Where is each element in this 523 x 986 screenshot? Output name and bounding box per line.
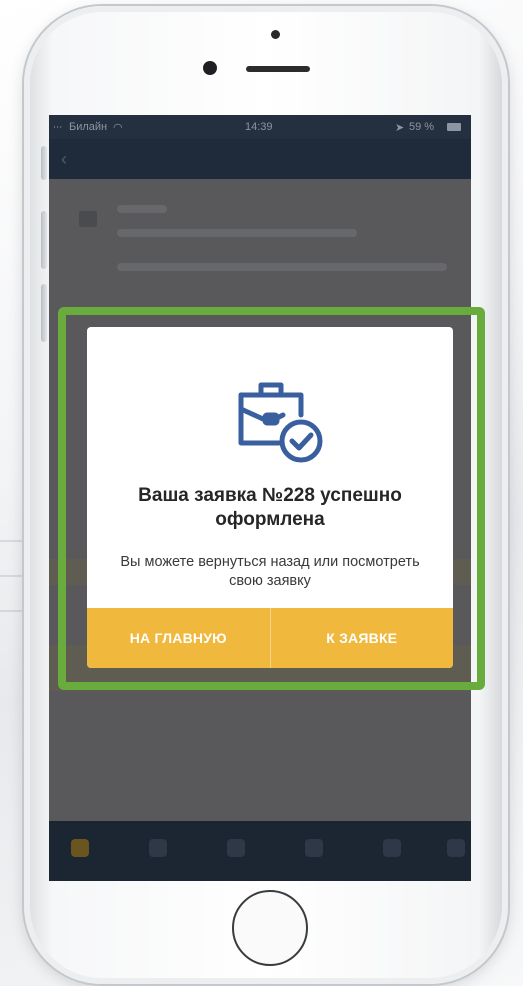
navigation-bar: ‹: [49, 139, 471, 179]
tab-icon[interactable]: [447, 839, 465, 857]
clock: 14:39: [245, 121, 273, 133]
ghost-line: [117, 229, 357, 237]
ghost-line: [117, 263, 447, 271]
tab-icon[interactable]: [305, 839, 323, 857]
dialog-title: Ваша заявка №228 успешно оформлена: [138, 485, 402, 530]
view-request-button[interactable]: К ЗАЯВКЕ: [270, 608, 453, 668]
success-dialog: Ваша заявка №228 успешно оформлена Вы мо…: [87, 327, 453, 668]
back-arrow-icon[interactable]: ‹: [61, 149, 67, 170]
dialog-buttons: НА ГЛАВНУЮ К ЗАЯВКЕ: [87, 608, 453, 668]
mute-switch: [41, 146, 47, 180]
location-icon: ➤: [395, 122, 405, 134]
signal-icon: ∙∙∙: [53, 121, 63, 133]
tab-bar: [49, 821, 471, 881]
front-camera: [203, 61, 217, 75]
battery-percent: 59 %: [409, 121, 435, 133]
battery-icon: [447, 123, 461, 131]
home-button[interactable]: НА ГЛАВНУЮ: [87, 608, 270, 668]
ghost-line: [117, 205, 167, 213]
wifi-icon: ◠: [113, 122, 123, 134]
briefcase-check-icon: [238, 382, 323, 463]
proximity-sensor: [271, 30, 280, 39]
tab-icon[interactable]: [227, 839, 245, 857]
carrier-label: Билайн: [69, 121, 108, 133]
tab-icon[interactable]: [383, 839, 401, 857]
status-bar: ∙∙∙ Билайн ◠ 14:39 ➤ 59 %: [49, 115, 471, 139]
earpiece-speaker: [246, 66, 310, 72]
tab-icon[interactable]: [149, 839, 167, 857]
tab-home-icon[interactable]: [71, 839, 89, 857]
volume-down-button: [41, 284, 47, 342]
volume-up-button: [41, 211, 47, 269]
ghost-item-icon: [79, 211, 97, 227]
dialog-message: Вы можете вернуться назад или посмотреть…: [120, 554, 420, 589]
home-hardware-button[interactable]: [232, 890, 308, 966]
